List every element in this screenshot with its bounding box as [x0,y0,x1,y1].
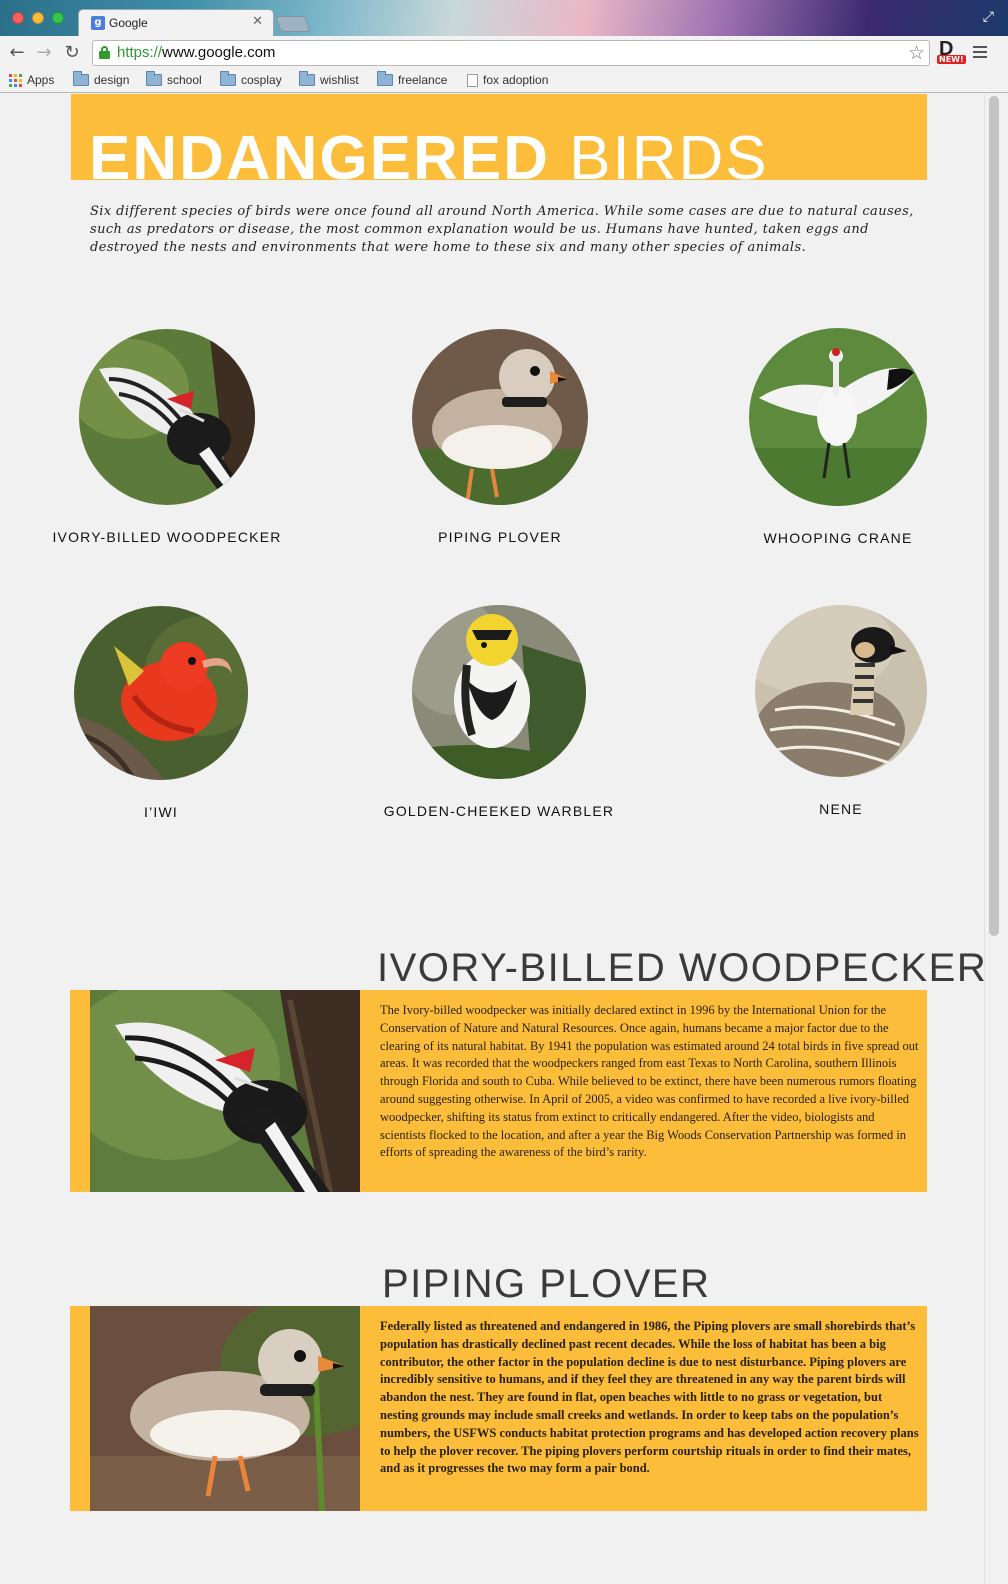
bookmark-label: fox adoption [483,73,549,87]
address-bar[interactable]: https://www.google.com ☆ [92,40,930,66]
bird-card-golden-cheeked-warbler[interactable]: GOLDEN-CHEEKED WARBLER [379,605,619,819]
scrollbar-thumb[interactable] [989,96,999,936]
page-title: ENDANGERED BIRDS [89,128,769,181]
bookmark-label: freelance [398,73,448,87]
url-host: www.google.com [162,44,276,61]
bird-card-nene[interactable]: NENE [721,605,961,817]
bookmark-label: design [94,73,130,87]
back-arrow-icon[interactable]: ← [7,42,27,63]
bookmark-cosplay[interactable]: cosplay [220,71,282,87]
zoom-window-button[interactable] [52,12,64,24]
bird-name[interactable]: NENE [721,801,961,817]
close-tab-icon[interactable]: ✕ [252,14,263,29]
tab-title: Google [109,16,148,30]
woodpecker-photo[interactable] [79,329,255,505]
window-titlebar: g Google ✕ ⤢ [0,0,1008,36]
close-window-button[interactable] [12,12,24,24]
bookmark-label: wishlist [320,73,359,87]
woodpecker-description: The Ivory-billed woodpecker was initiall… [380,1003,919,1160]
page-title-bold: ENDANGERED [89,124,550,181]
bird-name[interactable]: WHOOPING CRANE [718,530,958,546]
bird-name[interactable]: IVORY-BILLED WOODPECKER [47,529,287,545]
bookmarks-bar: Apps design school cosplay wishlist free… [0,69,1008,93]
page-viewport: ENDANGERED BIRDS Six different species o… [0,94,984,1584]
url-scheme: https:// [117,44,163,61]
bird-card-ivory-billed-woodpecker[interactable]: IVORY-BILLED WOODPECKER [47,329,287,545]
browser-tab[interactable]: g Google ✕ [78,9,274,36]
folder-icon [377,71,393,86]
bird-name[interactable]: PIPING PLOVER [380,529,620,545]
bird-card-whooping-crane[interactable]: WHOOPING CRANE [718,328,958,546]
lock-icon [99,46,110,59]
iiwi-photo[interactable] [74,606,248,780]
warbler-photo[interactable] [412,605,586,779]
page-scrollbar[interactable] [984,94,1008,1584]
browser-toolbar: ← → ↻ https://www.google.com ☆ D NEW! [0,36,1008,69]
section-title-woodpecker: IVORY-BILLED WOODPECKER [377,946,984,990]
forward-arrow-icon[interactable]: → [34,42,54,63]
apps-grid-icon [9,73,22,87]
bookmark-label: cosplay [241,73,282,87]
intro-paragraph: Six different species of birds were once… [90,204,914,255]
woodpecker-info-panel: The Ivory-billed woodpecker was initiall… [70,990,927,1192]
bookmark-apps[interactable]: Apps [9,73,54,87]
hero-banner: ENDANGERED BIRDS [71,94,927,180]
bookmark-school[interactable]: school [146,71,202,87]
hamburger-menu-icon[interactable] [973,46,987,61]
bird-name[interactable]: GOLDEN-CHEEKED WARBLER [379,803,619,819]
bookmark-label: school [167,73,202,87]
minimize-window-button[interactable] [32,12,44,24]
bookmark-freelance[interactable]: freelance [377,71,448,87]
plover-description: Federally listed as threatened and endan… [380,1319,919,1476]
plover-photo[interactable] [412,329,588,505]
bookmark-fox-adoption[interactable]: fox adoption [467,73,548,87]
page-title-light: BIRDS [569,124,769,181]
bird-card-piping-plover[interactable]: PIPING PLOVER [380,329,620,545]
crane-photo[interactable] [749,328,927,506]
folder-icon [220,71,236,86]
url-text[interactable]: https://www.google.com [117,44,275,61]
nene-photo[interactable] [755,605,927,777]
plover-info-panel: Federally listed as threatened and endan… [70,1306,927,1511]
extension-icon[interactable]: D NEW! [937,38,966,66]
bird-card-iiwi[interactable]: I’IWI [41,606,281,820]
woodpecker-panel-photo [90,990,360,1192]
reload-icon[interactable]: ↻ [62,42,82,63]
bookmark-label: Apps [27,73,55,87]
section-title-plover: PIPING PLOVER [382,1262,711,1306]
new-tab-button[interactable] [275,16,311,32]
bookmark-star-icon[interactable]: ☆ [908,42,925,64]
fullscreen-icon[interactable]: ⤢ [983,9,994,25]
google-favicon-icon: g [91,16,105,30]
bird-name[interactable]: I’IWI [41,804,281,820]
folder-icon [146,71,162,86]
bookmark-design[interactable]: design [73,71,130,87]
extension-badge: NEW! [937,55,966,64]
page-icon [467,73,478,87]
folder-icon [73,71,89,86]
folder-icon [299,71,315,86]
plover-panel-photo [90,1306,360,1511]
bookmark-wishlist[interactable]: wishlist [299,71,359,87]
